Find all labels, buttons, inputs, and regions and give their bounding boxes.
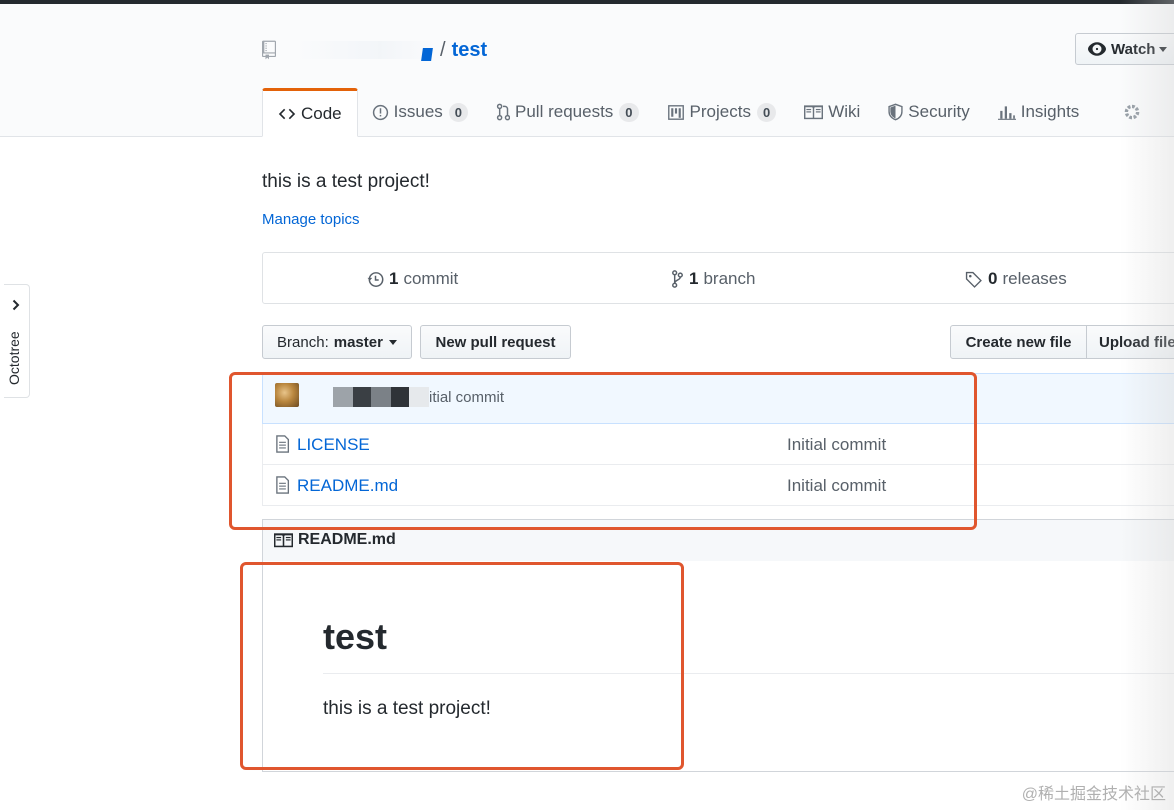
commit-author-redacted[interactable] — [333, 387, 429, 407]
avatar[interactable] — [275, 383, 299, 407]
tab-insights-label: Insights — [1020, 102, 1080, 121]
tab-pull-requests[interactable]: Pull requests 0 — [482, 88, 653, 136]
repo-name-link[interactable]: test — [452, 39, 488, 62]
gear-icon — [1125, 104, 1140, 120]
tab-projects[interactable]: Projects 0 — [653, 88, 791, 136]
pull-requests-count-badge: 0 — [619, 102, 639, 122]
readme-body — [262, 561, 1174, 772]
code-icon — [278, 108, 296, 119]
tag-icon — [965, 271, 982, 288]
commits-count: 1 — [389, 269, 399, 288]
releases-label: releases — [1002, 269, 1067, 288]
octotree-toggle[interactable]: Octotree — [4, 284, 30, 398]
latest-commit-message[interactable]: itial commit — [429, 389, 504, 406]
commits-label: commit — [403, 269, 459, 288]
file-row — [262, 424, 1174, 465]
projects-count-badge: 0 — [756, 102, 777, 122]
upload-files-button[interactable]: Upload file — [1086, 325, 1174, 359]
file-icon — [276, 435, 290, 453]
tab-pull-requests-label: Pull requests — [515, 102, 614, 121]
eye-icon — [1088, 42, 1106, 56]
repo-owner-redacted[interactable] — [296, 41, 436, 59]
file-row — [262, 465, 1174, 506]
pull-request-icon — [496, 103, 511, 121]
branch-select-label: Branch: — [277, 333, 329, 351]
file-link-license[interactable]: LICENSE — [297, 435, 370, 455]
file-icon — [276, 476, 290, 494]
watch-label: Watch — [1111, 40, 1156, 58]
branch-icon — [672, 270, 683, 288]
branches-label: branch — [703, 269, 756, 288]
readme-title: README.md — [274, 531, 396, 549]
branch-select-value: master — [333, 333, 383, 351]
readme-file-name: README.md — [298, 531, 396, 548]
file-commit-message[interactable]: Initial commit — [787, 476, 886, 496]
tab-projects-label: Projects — [689, 102, 751, 121]
repo-nav-tabs: Code Issues 0 Pull requests 0 Projects 0 — [262, 88, 1155, 137]
tab-security-label: Security — [908, 102, 970, 121]
tab-issues-label: Issues — [393, 102, 443, 121]
tab-wiki-label: Wiki — [828, 102, 861, 121]
tab-wiki[interactable]: Wiki — [790, 88, 874, 136]
repo-separator: / — [440, 38, 446, 61]
tab-security[interactable]: Security — [874, 88, 983, 136]
readme-heading: test — [323, 616, 388, 657]
history-icon — [367, 271, 384, 287]
issues-count-badge: 0 — [448, 102, 469, 122]
repo-description: this is a test project! — [262, 171, 430, 192]
chevron-down-icon — [1159, 46, 1168, 52]
branches-summary[interactable]: 1 branch — [671, 269, 755, 289]
book-icon — [804, 104, 824, 119]
chevron-down-icon — [388, 339, 397, 345]
watermark: @稀土掘金技术社区 — [1021, 786, 1166, 803]
new-pull-request-button[interactable]: New pull request — [420, 325, 571, 359]
releases-count: 0 — [988, 269, 998, 288]
tab-insights[interactable]: Insights — [984, 88, 1094, 136]
graph-icon — [997, 106, 1016, 120]
file-link-readme[interactable]: README.md — [297, 476, 398, 496]
issue-icon — [372, 104, 388, 120]
chevron-right-icon — [12, 299, 20, 311]
create-new-file-button[interactable]: Create new file — [950, 325, 1087, 359]
commits-summary[interactable]: 1 commit — [367, 269, 458, 289]
releases-summary[interactable]: 0 releases — [965, 269, 1067, 289]
book-icon — [274, 532, 293, 547]
manage-topics-link[interactable]: Manage topics — [262, 211, 360, 228]
repo-icon — [262, 40, 276, 60]
shield-icon — [888, 103, 903, 121]
watch-button[interactable]: Watch — [1075, 33, 1174, 65]
file-commit-message[interactable]: Initial commit — [787, 435, 886, 455]
branch-select-button[interactable]: Branch: master — [262, 325, 412, 359]
tab-code-label: Code — [301, 103, 342, 123]
branches-count: 1 — [689, 269, 699, 288]
readme-paragraph: this is a test project! — [323, 698, 491, 719]
project-icon — [667, 104, 684, 120]
repo-summary: 1 commit 1 branch 0 releases — [262, 252, 1174, 304]
repo-title: / test — [262, 36, 487, 64]
tab-issues[interactable]: Issues 0 — [358, 88, 482, 136]
tab-code[interactable]: Code — [262, 88, 358, 137]
tab-settings[interactable] — [1109, 88, 1155, 136]
readme-header — [262, 519, 1174, 562]
octotree-label: Octotree — [6, 331, 22, 385]
readme-divider — [323, 673, 1174, 674]
